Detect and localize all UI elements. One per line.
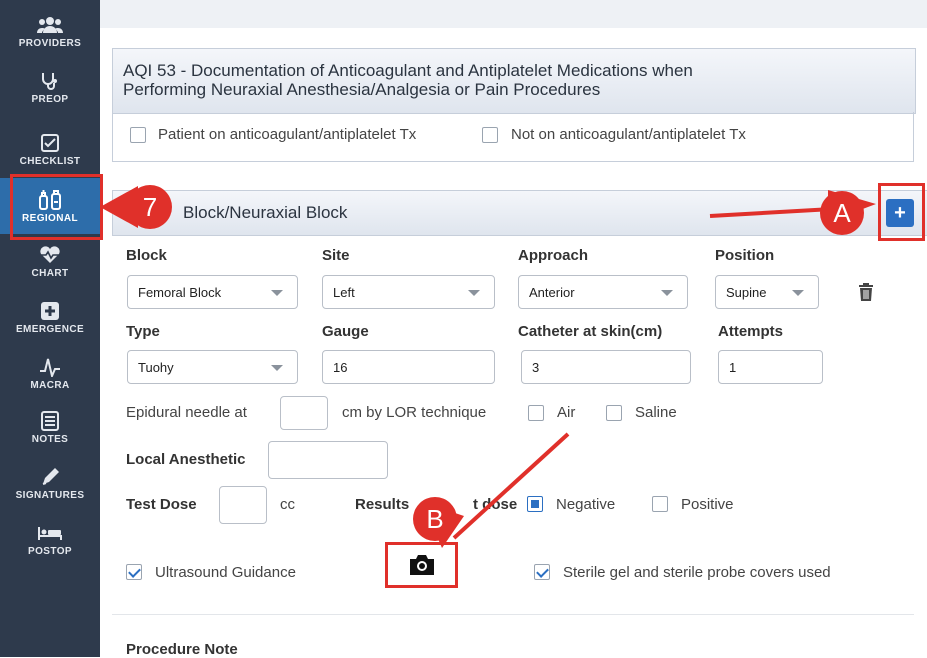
positive-checkbox[interactable]: [652, 496, 668, 512]
sidebar-item-checklist[interactable]: CHECKLIST: [0, 132, 100, 167]
gauge-label: Gauge: [322, 323, 369, 340]
sidebar-item-label: CHART: [31, 268, 69, 279]
sidebar-item-label: SIGNATURES: [15, 490, 85, 501]
sidebar-item-providers[interactable]: PROVIDERS: [0, 14, 100, 49]
sidebar-item-label: NOTES: [31, 434, 69, 445]
chevron-down-icon: [271, 290, 283, 296]
position-label: Position: [715, 247, 775, 264]
catheter-label: Catheter at skin(cm): [518, 323, 663, 340]
block-panel-title: Block/Neuraxial Block: [183, 203, 348, 222]
trash-icon[interactable]: [858, 283, 874, 306]
block-select-value: Femoral Block: [138, 284, 222, 300]
divider: [112, 614, 914, 615]
approach-label: Approach: [518, 247, 589, 264]
saline-label: Saline: [635, 404, 677, 421]
add-button-highlight-box: [878, 183, 925, 241]
local-anesthetic-input[interactable]: [268, 441, 388, 479]
attempts-label: Attempts: [718, 323, 784, 340]
sidebar: PROVIDERS PREOP CHECKLIST REGIONAL CHART…: [0, 0, 100, 657]
not-anticoagulant-checkbox[interactable]: [482, 127, 498, 143]
sterile-label: Sterile gel and sterile probe covers use…: [563, 564, 831, 581]
test-dose-input[interactable]: [219, 486, 267, 524]
local-anesthetic-label: Local Anesthetic: [126, 451, 246, 468]
sidebar-item-signatures[interactable]: SIGNATURES: [0, 466, 100, 501]
epidural-label: Epidural needle at: [126, 404, 247, 421]
catheter-input[interactable]: 3: [521, 350, 691, 384]
sidebar-item-label: CHECKLIST: [19, 156, 81, 167]
anticoagulant-checkbox[interactable]: [130, 127, 146, 143]
test-dose-label: Test Dose: [126, 496, 197, 513]
bed-icon: [38, 522, 62, 544]
site-label: Site: [322, 247, 350, 264]
attempts-input[interactable]: 1: [718, 350, 823, 384]
sidebar-item-macra[interactable]: MACRA: [0, 356, 100, 391]
aqi-title: AQI 53 - Documentation of Anticoagulant …: [123, 61, 693, 99]
gauge-input[interactable]: 16: [322, 350, 495, 384]
sidebar-item-label: POSTOP: [28, 546, 72, 557]
sidebar-item-postop[interactable]: POSTOP: [0, 522, 100, 557]
air-label: Air: [557, 404, 576, 421]
lor-technique-label: cm by LOR technique: [342, 404, 487, 421]
callout-a: A: [820, 191, 864, 235]
procedure-note-label: Procedure Note: [126, 641, 238, 658]
block-select[interactable]: Femoral Block: [127, 275, 298, 309]
chevron-down-icon: [792, 290, 804, 296]
step-7-callout: 7: [128, 185, 172, 229]
positive-label: Positive: [681, 496, 734, 513]
approach-select-value: Anterior: [529, 284, 575, 300]
notes-icon: [41, 410, 59, 432]
saline-checkbox[interactable]: [606, 405, 622, 421]
site-select-value: Left: [333, 284, 355, 300]
approach-select[interactable]: Anterior: [518, 275, 688, 309]
callout-b: B: [413, 497, 457, 541]
results-label: Results: [355, 496, 410, 513]
position-select-value: Supine: [726, 284, 767, 300]
sidebar-item-label: PROVIDERS: [18, 38, 82, 49]
checklist-icon: [41, 132, 59, 154]
chevron-down-icon: [468, 290, 480, 296]
macra-waveform-icon: [39, 356, 61, 378]
sidebar-item-chart[interactable]: CHART: [0, 244, 100, 279]
top-bar: [100, 0, 927, 28]
air-checkbox[interactable]: [528, 405, 544, 421]
epidural-depth-input[interactable]: [280, 396, 328, 430]
type-label: Type: [126, 323, 160, 340]
sidebar-item-notes[interactable]: NOTES: [0, 410, 100, 445]
providers-icon: [37, 14, 63, 36]
stethoscope-icon: [40, 70, 60, 92]
site-select[interactable]: Left: [322, 275, 495, 309]
sidebar-item-label: EMERGENCE: [15, 324, 85, 335]
medical-cross-icon: [40, 300, 60, 322]
test-dose-unit: cc: [280, 496, 295, 513]
sidebar-item-label: MACRA: [30, 380, 70, 391]
aqi-title-line2: Performing Neuraxial Anesthesia/Analgesi…: [123, 80, 601, 99]
sterile-checkbox[interactable]: [534, 564, 550, 580]
chevron-down-icon: [271, 365, 283, 371]
ultrasound-label: Ultrasound Guidance: [155, 564, 296, 581]
pen-icon: [40, 466, 60, 488]
type-select[interactable]: Tuohy: [127, 350, 298, 384]
chevron-down-icon: [661, 290, 673, 296]
anticoagulant-label: Patient on anticoagulant/antiplatelet Tx: [158, 126, 417, 143]
sidebar-item-label: PREOP: [31, 94, 69, 105]
position-select[interactable]: Supine: [715, 275, 819, 309]
ultrasound-checkbox[interactable]: [126, 564, 142, 580]
sidebar-item-emergence[interactable]: EMERGENCE: [0, 300, 100, 335]
regional-highlight-box: [10, 174, 103, 240]
type-select-value: Tuohy: [138, 359, 174, 375]
block-label: Block: [126, 247, 167, 264]
not-anticoagulant-label: Not on anticoagulant/antiplatelet Tx: [511, 126, 746, 143]
aqi-title-line1: AQI 53 - Documentation of Anticoagulant …: [123, 61, 693, 80]
heart-pulse-icon: [39, 244, 61, 266]
aqi-panel-header: AQI 53 - Documentation of Anticoagulant …: [112, 48, 916, 114]
sidebar-item-preop[interactable]: PREOP: [0, 70, 100, 105]
